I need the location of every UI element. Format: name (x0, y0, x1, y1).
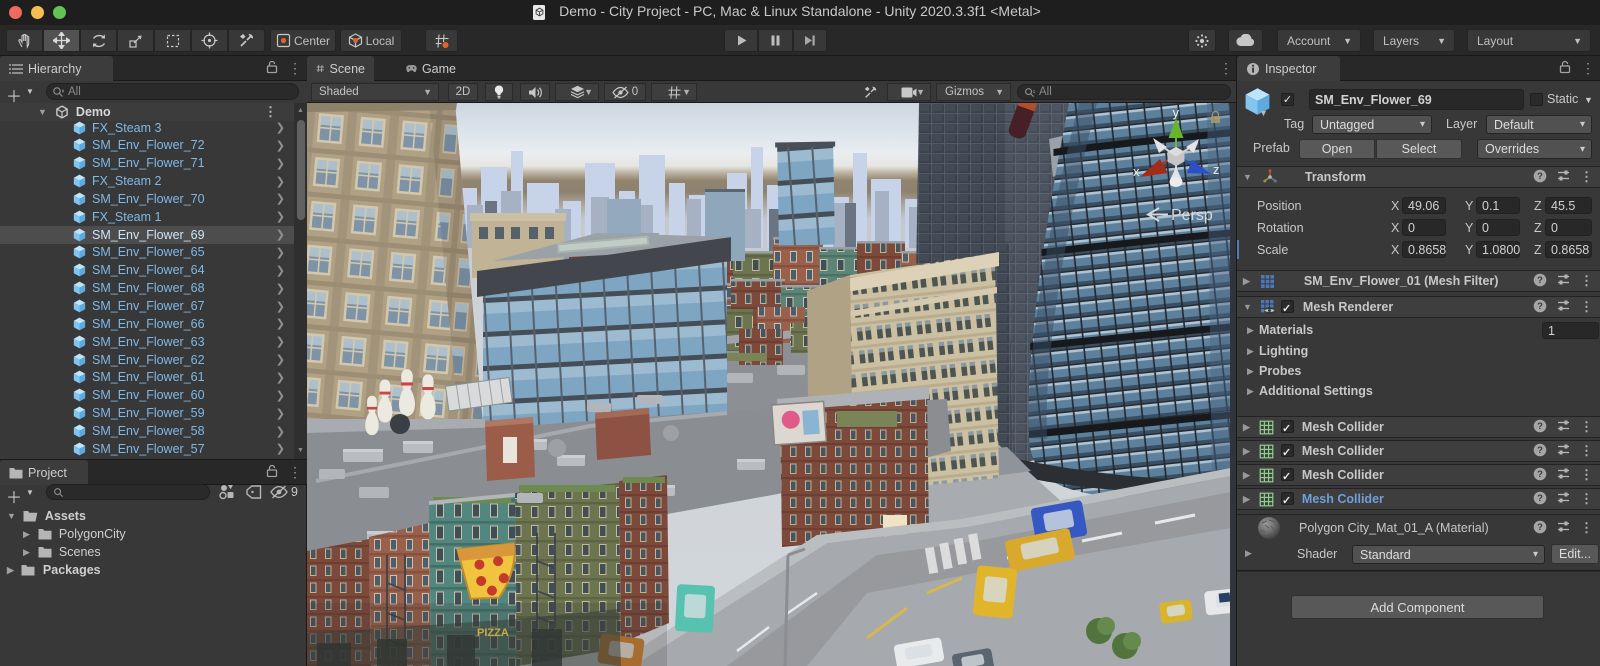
svg-text:?: ? (1537, 275, 1543, 286)
svg-text:?: ? (1537, 421, 1543, 432)
svg-text:?: ? (1537, 522, 1543, 533)
svg-text:y: y (1173, 105, 1180, 120)
svg-text:?: ? (1537, 301, 1543, 312)
svg-text:Persp: Persp (1171, 207, 1213, 224)
svg-text:x: x (1133, 164, 1140, 179)
svg-text:?: ? (1537, 445, 1543, 456)
svg-text:?: ? (1537, 469, 1543, 480)
svg-text:z: z (1213, 162, 1220, 177)
svg-text:?: ? (1537, 171, 1543, 182)
svg-text:?: ? (1537, 493, 1543, 504)
